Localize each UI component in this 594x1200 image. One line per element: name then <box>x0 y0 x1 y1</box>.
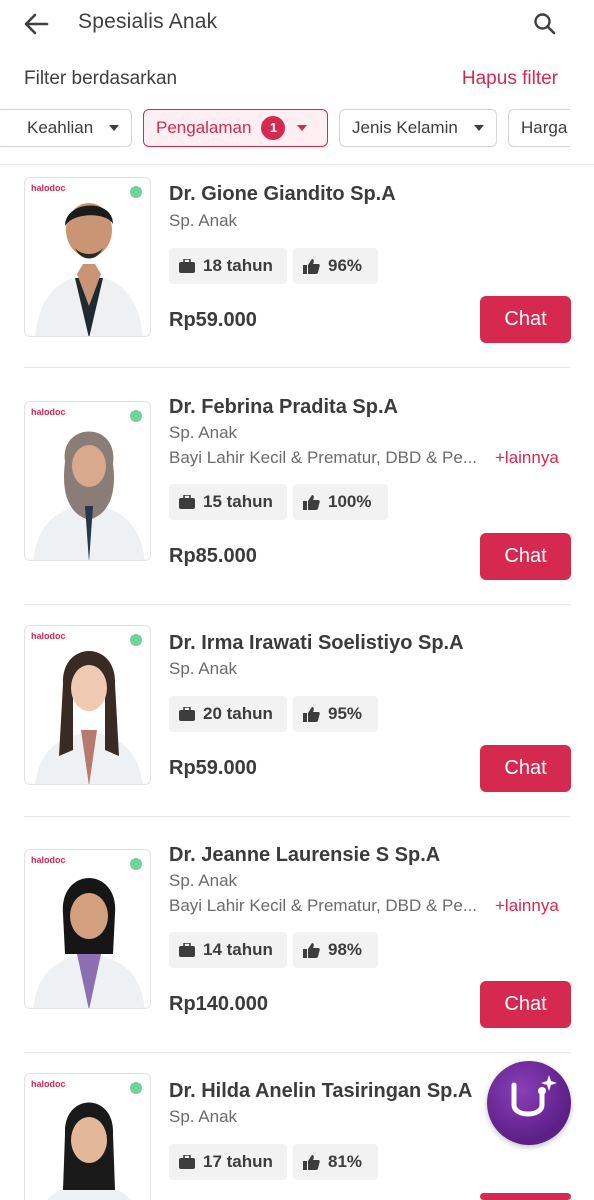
online-indicator <box>130 186 142 198</box>
doctor-expertise: Bayi Lahir Kecil & Prematur, DBD & Pe... <box>169 448 478 467</box>
doctor-specialty: Sp. Anak <box>169 659 238 678</box>
doctor-specialty: Sp. Anak <box>169 423 238 442</box>
experience-stat: 15 tahun <box>169 484 287 520</box>
experience-stat: 18 tahun <box>169 248 287 284</box>
experience-value: 14 tahun <box>203 940 273 959</box>
app-bar: Spesialis Anak <box>0 0 594 50</box>
rating-value: 81% <box>328 1152 363 1171</box>
chip-label: Harga <box>521 118 568 137</box>
rating-value: 95% <box>328 704 363 723</box>
experience-stat: 17 tahun <box>169 1144 287 1180</box>
thumbs-up-icon <box>303 258 320 274</box>
doctor-name: Dr. Hilda Anelin Tasiringan Sp.A <box>169 1080 473 1102</box>
thumbs-up-icon <box>303 494 320 510</box>
rating-stat: 100% <box>293 484 388 520</box>
rating-value: 98% <box>328 940 363 959</box>
rating-stat: 98% <box>293 932 378 968</box>
online-indicator <box>130 858 142 870</box>
briefcase-icon <box>179 259 195 273</box>
rating-value: 96% <box>328 256 363 275</box>
online-indicator <box>130 1082 142 1094</box>
filter-count-badge: 1 <box>261 116 286 140</box>
online-indicator <box>130 410 142 422</box>
chip-pengalaman[interactable]: Pengalaman 1 <box>143 109 328 147</box>
divider <box>24 816 570 817</box>
doctor-specialty: Sp. Anak <box>169 211 238 230</box>
chevron-down-icon <box>109 125 120 131</box>
doctor-photo: halodoc <box>24 849 151 1009</box>
chevron-down-icon <box>473 125 484 131</box>
doctor-portrait-image <box>35 203 143 336</box>
doctor-photo: halodoc <box>24 177 151 337</box>
chat-button[interactable]: Chat <box>480 981 571 1028</box>
divider <box>0 164 594 165</box>
briefcase-icon <box>179 707 195 721</box>
experience-stat: 20 tahun <box>169 696 287 732</box>
experience-value: 18 tahun <box>203 256 273 275</box>
experience-value: 20 tahun <box>203 704 273 723</box>
rating-stat: 95% <box>293 696 378 732</box>
stethoscope-sparkle-icon <box>511 1075 557 1117</box>
thumbs-up-icon <box>303 1154 320 1170</box>
chat-button[interactable]: Chat <box>480 745 571 792</box>
chip-label: Keahlian <box>27 118 94 137</box>
consultation-price: Rp59.000 <box>169 309 257 331</box>
chip-jenis-kelamin[interactable]: Jenis Kelamin <box>339 109 497 147</box>
halodoc-logo: halodoc <box>31 855 66 865</box>
halodoc-logo: halodoc <box>31 407 66 417</box>
chat-button[interactable]: Chat <box>480 296 571 343</box>
doctor-name: Dr. Febrina Pradita Sp.A <box>169 396 398 418</box>
doctor-specialty: Sp. Anak <box>169 1107 238 1126</box>
experience-value: 15 tahun <box>203 492 273 511</box>
arrow-left-icon[interactable] <box>22 10 50 38</box>
more-expertise-link[interactable]: +lainnya <box>495 448 559 468</box>
thumbs-up-icon <box>303 942 320 958</box>
rating-stat: 81% <box>293 1144 378 1180</box>
divider <box>24 1052 570 1053</box>
doctor-photo: halodoc <box>24 625 151 785</box>
consultation-price: Rp59.000 <box>169 757 257 779</box>
doctor-specialty: Sp. Anak <box>169 871 238 890</box>
filter-label: Filter berdasarkan <box>24 68 178 89</box>
page-title: Spesialis Anak <box>78 10 218 33</box>
consultation-price: Rp85.000 <box>169 545 257 567</box>
filter-header: Filter berdasarkan Hapus filter <box>24 68 570 94</box>
doctor-name: Dr. Gione Giandito Sp.A <box>169 183 396 205</box>
doctor-photo: halodoc <box>24 1073 151 1200</box>
more-expertise-link[interactable]: +lainnya <box>495 896 559 916</box>
chevron-down-icon <box>297 125 308 131</box>
chip-label: Pengalaman <box>156 118 252 137</box>
online-indicator <box>130 634 142 646</box>
briefcase-icon <box>179 1155 195 1169</box>
doctor-name: Dr. Irma Irawati Soelistiyo Sp.A <box>169 632 464 654</box>
halodoc-logo: halodoc <box>31 183 66 193</box>
consultation-price: Rp140.000 <box>169 993 268 1015</box>
divider <box>24 604 570 605</box>
doctor-portrait-image <box>33 878 145 1008</box>
doctor-name: Dr. Jeanne Laurensie S Sp.A <box>169 844 441 866</box>
chat-button[interactable]: Chat <box>480 533 571 580</box>
briefcase-icon <box>179 495 195 509</box>
thumbs-up-icon <box>303 706 320 722</box>
search-icon[interactable] <box>532 11 558 37</box>
halodoc-logo: halodoc <box>31 631 66 641</box>
experience-stat: 14 tahun <box>169 932 287 968</box>
assistant-fab[interactable] <box>487 1061 571 1145</box>
rating-stat: 96% <box>293 248 378 284</box>
experience-value: 17 tahun <box>203 1152 273 1171</box>
doctor-photo: halodoc <box>24 401 151 561</box>
briefcase-icon <box>179 943 195 957</box>
chat-button[interactable] <box>480 1193 571 1200</box>
rating-value: 100% <box>328 492 372 511</box>
chip-keahlian[interactable]: Keahlian <box>0 109 132 147</box>
divider <box>24 367 570 368</box>
doctor-portrait-image <box>33 431 145 560</box>
doctor-expertise: Bayi Lahir Kecil & Prematur, DBD & Pe... <box>169 896 478 915</box>
filter-chips: Keahlian Pengalaman 1 Jenis Kelamin Harg… <box>0 109 570 147</box>
chip-harga[interactable]: Harga <box>508 109 570 147</box>
halodoc-logo: halodoc <box>31 1079 66 1089</box>
doctor-portrait-image <box>35 651 143 784</box>
chip-label: Jenis Kelamin <box>352 118 458 137</box>
clear-filter-button[interactable]: Hapus filter <box>462 68 558 90</box>
